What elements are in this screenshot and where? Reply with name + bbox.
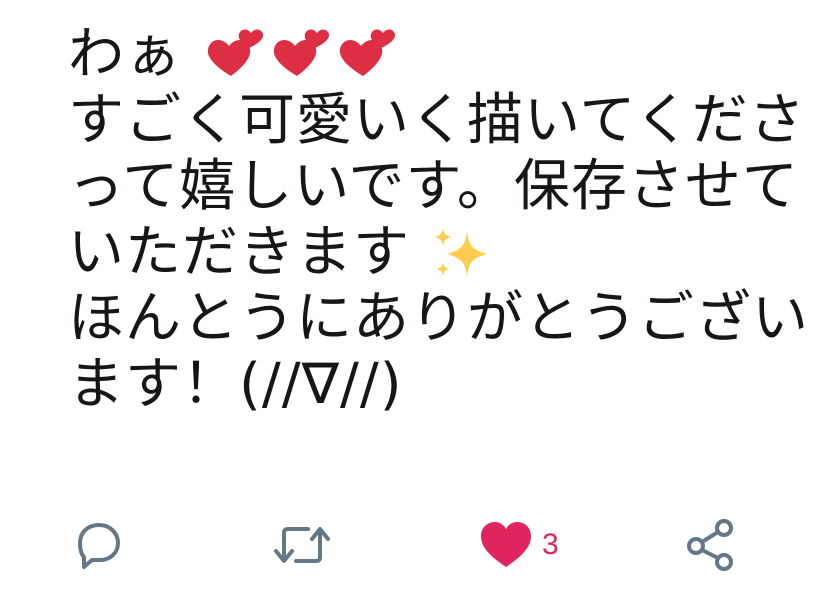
retweet-button[interactable]: [270, 515, 334, 575]
tweet-line-3: って嬉しいです。保存させて: [68, 154, 799, 219]
tweet-line-6: ます！(//∇//): [68, 352, 403, 417]
share-button[interactable]: [684, 515, 738, 575]
heart-icon: [478, 519, 534, 571]
tweet-line-5: ほんとうにありがとうござい: [68, 286, 809, 351]
retweet-icon: [270, 519, 334, 571]
like-button[interactable]: 3: [478, 515, 559, 575]
like-count: 3: [542, 528, 559, 561]
reply-button[interactable]: [72, 515, 124, 575]
tweet-text: わぁ すごく可愛いく描いてくださ って嬉しいです。保存させて いただきます ほん…: [68, 22, 828, 418]
tweet-line-2: すごく可愛いく描いてくださ: [68, 88, 806, 153]
tweet-actions: 3: [0, 515, 838, 575]
share-icon: [684, 518, 738, 572]
tweet-line-4-text: いただきます: [68, 220, 410, 285]
tweet-line-1-text: わぁ: [68, 22, 182, 87]
reply-icon: [72, 519, 124, 571]
tweet-line-4: いただきます: [68, 220, 828, 286]
tweet-line-1: わぁ: [68, 22, 828, 88]
